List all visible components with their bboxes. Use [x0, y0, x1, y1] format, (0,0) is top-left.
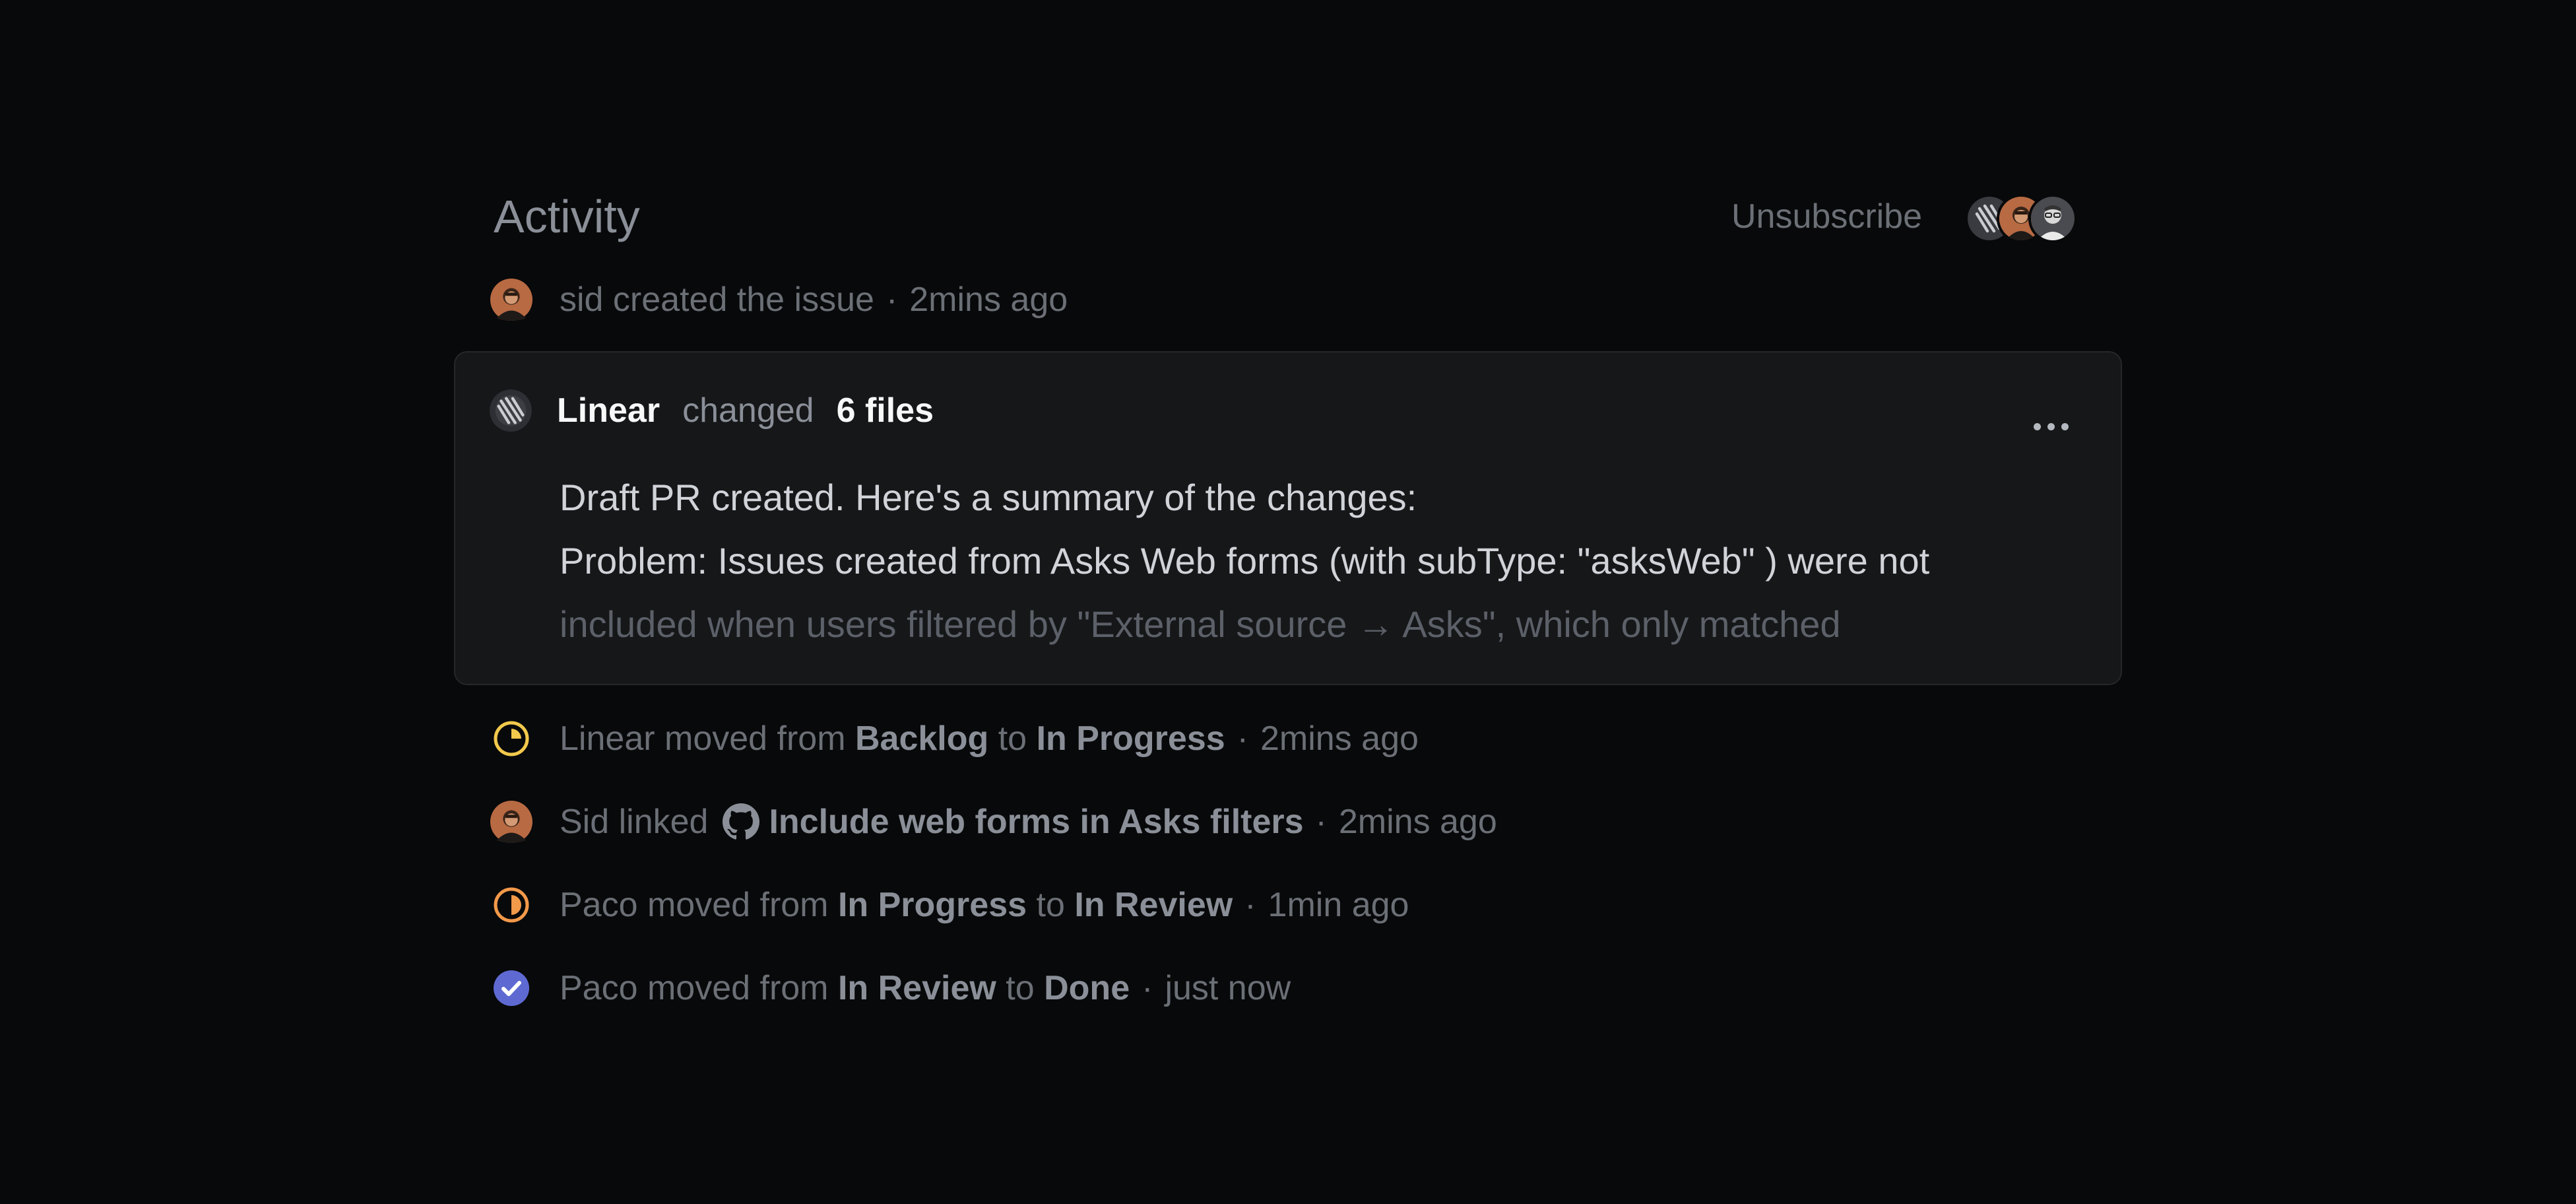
- event-to-word: to: [998, 719, 1027, 758]
- subscriber-avatars[interactable]: [1965, 194, 2077, 243]
- changed-files-link[interactable]: 6 files: [837, 391, 934, 430]
- github-icon: [723, 803, 760, 840]
- event-text: Paco moved from: [560, 969, 829, 1007]
- sid-avatar: [488, 277, 534, 323]
- paco-avatar: [2028, 194, 2077, 243]
- event-text: Sid linked: [560, 803, 709, 841]
- separator: ·: [886, 281, 898, 319]
- ellipsis-icon: [2033, 422, 2041, 430]
- activity-created: sid created the issue · 2mins ago: [488, 273, 1068, 326]
- in-review-status-icon: [488, 882, 534, 928]
- card-body: Draft PR created. Here's a summary of th…: [560, 466, 2051, 656]
- card-body-line: Problem: Issues created from Asks Web fo…: [560, 540, 1930, 582]
- activity-moved-done: Paco moved from In Review to Done · just n…: [488, 962, 1291, 1015]
- event-time[interactable]: just now: [1165, 969, 1291, 1007]
- sid-avatar: [488, 799, 534, 845]
- card-author[interactable]: Linear: [557, 391, 660, 430]
- status-from: In Review: [837, 969, 996, 1007]
- event-text: Linear moved from: [560, 719, 846, 758]
- pr-comment-card: Linear changed 6 files Draft PR created.…: [454, 351, 2122, 685]
- activity-moved-in-review: Paco moved from In Progress to In Review…: [488, 879, 1409, 931]
- status-from: In Progress: [837, 886, 1027, 924]
- activity-moved-in-progress: Linear moved from Backlog to In Progress…: [488, 712, 1419, 765]
- in-progress-status-icon: [488, 716, 534, 762]
- card-header: Linear changed 6 files: [490, 389, 934, 432]
- card-verb: changed: [682, 391, 814, 430]
- status-from: Backlog: [854, 719, 989, 758]
- separator: ·: [1244, 886, 1256, 924]
- activity-linked-pr: Sid linked Include web forms in Asks fil…: [488, 795, 1497, 848]
- more-options-button[interactable]: [2024, 407, 2077, 446]
- event-to-word: to: [1036, 886, 1065, 924]
- status-to: In Progress: [1036, 719, 1225, 758]
- unsubscribe-button[interactable]: Unsubscribe: [1731, 195, 1922, 238]
- card-body-line: included when users filtered by "Externa…: [560, 603, 1841, 645]
- event-time[interactable]: 2mins ago: [1260, 719, 1419, 758]
- event-to-word: to: [1006, 969, 1035, 1007]
- separator: ·: [1237, 719, 1248, 758]
- page-title: Activity: [494, 191, 640, 242]
- pull-request-link[interactable]: Include web forms in Asks filters: [769, 801, 1303, 843]
- event-time[interactable]: 2mins ago: [909, 281, 1068, 319]
- event-text: Paco moved from: [560, 886, 829, 924]
- done-status-icon: [488, 965, 534, 1011]
- event-time[interactable]: 2mins ago: [1339, 801, 1497, 843]
- event-time[interactable]: 1min ago: [1268, 886, 1409, 924]
- status-to: In Review: [1074, 886, 1233, 924]
- status-to: Done: [1044, 969, 1130, 1007]
- separator: ·: [1142, 969, 1153, 1007]
- separator: ·: [1315, 803, 1327, 841]
- card-body-line: Draft PR created. Here's a summary of th…: [560, 477, 1417, 518]
- linear-logo-icon: [490, 389, 532, 432]
- event-text: sid created the issue: [560, 281, 874, 319]
